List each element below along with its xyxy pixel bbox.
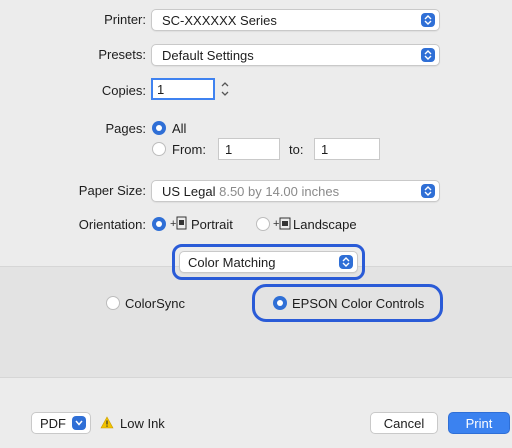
orientation-landscape-radio[interactable] [256, 217, 270, 231]
pdf-button[interactable]: PDF [31, 412, 91, 434]
pages-all-radio[interactable] [152, 121, 166, 135]
section-panel [0, 266, 512, 378]
stepper-arrows-icon [221, 82, 229, 96]
pages-to-field[interactable]: 1 [314, 138, 380, 160]
paper-size-label: Paper Size: [78, 183, 146, 198]
paper-size-popup[interactable]: US Legal 8.50 by 14.00 inches [151, 180, 440, 202]
chevron-updown-icon [421, 13, 435, 27]
pages-label: Pages: [105, 121, 146, 136]
copies-stepper[interactable] [218, 78, 232, 100]
svg-text:+: + [273, 218, 279, 230]
svg-text:+: + [170, 218, 176, 230]
colorsync-radio[interactable] [106, 296, 120, 310]
colorsync-label: ColorSync [125, 296, 185, 311]
paper-size-name: US Legal [162, 184, 216, 199]
orientation-label: Orientation: [78, 217, 146, 232]
printer-label: Printer: [104, 12, 146, 27]
chevron-updown-icon [421, 184, 435, 198]
pages-from-radio[interactable] [152, 142, 166, 156]
copies-value: 1 [157, 82, 165, 97]
cancel-button[interactable]: Cancel [370, 412, 438, 434]
pdf-label: PDF [40, 415, 66, 431]
chevron-updown-icon [421, 48, 435, 62]
pages-to-value: 1 [321, 142, 329, 157]
pages-to-label: to: [289, 142, 304, 157]
copies-field[interactable]: 1 [151, 78, 215, 100]
copies-label: Copies: [101, 83, 146, 98]
pages-all-label: All [172, 121, 187, 136]
paper-size-value: US Legal 8.50 by 14.00 inches [162, 184, 339, 199]
pages-from-label: From: [172, 142, 206, 157]
printer-value: SC-XXXXXX Series [162, 13, 277, 28]
paper-size-detail: 8.50 by 14.00 inches [219, 184, 340, 199]
epson-option-highlight [252, 284, 443, 322]
pages-from-value: 1 [225, 142, 233, 157]
section-popup-highlight [172, 244, 365, 280]
pages-from-field[interactable]: 1 [218, 138, 280, 160]
print-button[interactable]: Print [448, 412, 510, 434]
low-ink-label: Low Ink [120, 416, 165, 431]
orientation-portrait-label: Portrait [191, 217, 233, 232]
landscape-orientation-icon: + [273, 216, 291, 234]
presets-value: Default Settings [162, 48, 254, 63]
portrait-orientation-icon: + [170, 216, 188, 234]
presets-popup[interactable]: Default Settings [151, 44, 440, 66]
printer-popup[interactable]: SC-XXXXXX Series [151, 9, 440, 31]
presets-label: Presets: [98, 47, 146, 62]
warning-icon [100, 416, 114, 432]
chevron-down-icon [72, 416, 86, 430]
orientation-landscape-label: Landscape [293, 217, 357, 232]
orientation-portrait-radio[interactable] [152, 217, 166, 231]
